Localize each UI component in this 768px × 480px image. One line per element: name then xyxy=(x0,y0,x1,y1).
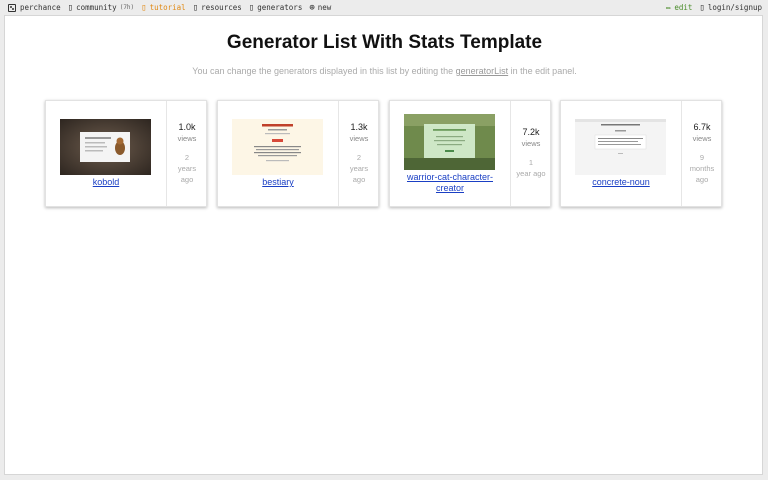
page-title: Generator List With Stats Template xyxy=(226,32,543,53)
generator-thumbnail[interactable] xyxy=(575,119,666,175)
book-icon: ▯ xyxy=(141,2,147,13)
top-nav: perchance ▯ community (7h) ▯ tutorial ▯ … xyxy=(0,0,768,15)
view-count: 1.3k xyxy=(350,122,368,132)
login-link[interactable]: ▯ login/signup xyxy=(699,3,762,13)
main-panel: Generator List With Stats Template You c… xyxy=(4,15,763,475)
age-label: 1 year ago xyxy=(516,158,546,178)
brand-link[interactable]: perchance xyxy=(8,3,61,12)
list-icon: ▯ xyxy=(248,2,255,13)
chat-icon: ▯ xyxy=(67,2,74,13)
generator-thumbnail[interactable] xyxy=(60,119,151,175)
generator-name-link[interactable]: bestiary xyxy=(218,177,338,188)
generator-card[interactable]: concrete-noun 6.7k views 9 months ago xyxy=(560,100,722,207)
generator-stats: 1.3k views 2 years ago xyxy=(338,101,379,206)
generators-link[interactable]: ▯ generators xyxy=(249,3,303,13)
generator-stats: 7.2k views 1 year ago xyxy=(510,101,551,206)
generator-thumbnail[interactable] xyxy=(404,114,495,170)
generator-card[interactable]: kobold 1.0k views 2 years ago xyxy=(45,100,207,207)
edit-link[interactable]: ✏ edit xyxy=(666,3,692,13)
generator-card[interactable]: warrior-cat-character- creator 7.2k view… xyxy=(389,100,551,207)
resources-link[interactable]: ▯ resources xyxy=(193,3,242,13)
plus-circle-icon: ⊕ xyxy=(309,2,315,13)
pencil-icon: ✏ xyxy=(665,2,672,13)
tutorial-link[interactable]: ▯ tutorial xyxy=(141,3,186,13)
generator-name-link[interactable]: kobold xyxy=(46,177,166,188)
view-count: 6.7k xyxy=(693,122,711,132)
views-label: views xyxy=(521,139,541,148)
new-link[interactable]: ⊕ new xyxy=(309,3,331,13)
user-icon: ▯ xyxy=(699,2,705,13)
page-subtitle: You can change the generators displayed … xyxy=(192,66,577,76)
generator-name-link[interactable]: warrior-cat-character- creator xyxy=(390,172,510,194)
generator-name-link[interactable]: concrete-noun xyxy=(561,177,681,188)
community-link[interactable]: ▯ community (7h) xyxy=(68,3,135,13)
generator-list-link[interactable]: generatorList xyxy=(456,66,509,76)
dice-icon xyxy=(8,3,16,12)
view-count: 7.2k xyxy=(522,127,540,137)
age-label: 2 years ago xyxy=(349,153,369,184)
views-label: views xyxy=(177,134,197,143)
age-label: 2 years ago xyxy=(177,153,197,184)
views-label: views xyxy=(349,134,369,143)
generator-stats: 6.7k views 9 months ago xyxy=(681,101,722,206)
generator-thumbnail[interactable] xyxy=(232,119,323,175)
generator-card[interactable]: bestiary 1.3k views 2 years ago xyxy=(217,100,379,207)
views-label: views xyxy=(692,134,712,143)
generator-stats: 1.0k views 2 years ago xyxy=(166,101,207,206)
age-label: 9 months ago xyxy=(689,153,715,184)
folder-icon: ▯ xyxy=(192,2,199,13)
view-count: 1.0k xyxy=(178,122,196,132)
